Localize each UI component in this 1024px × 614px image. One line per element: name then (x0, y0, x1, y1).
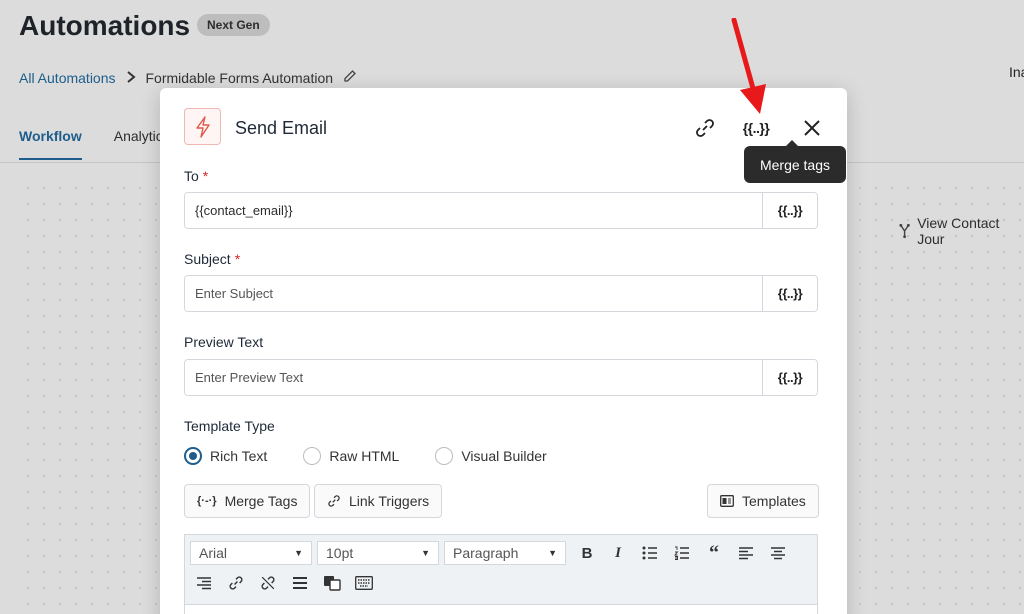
view-contact-journey-link[interactable]: View Contact Jour (898, 215, 1024, 247)
to-merge-tags-button[interactable]: {{..}} (762, 193, 817, 228)
keyboard-icon[interactable] (353, 572, 375, 594)
radio-label: Visual Builder (461, 448, 547, 464)
preview-field-row: {{..}} (184, 359, 818, 396)
subject-merge-tags-button[interactable]: {{..}} (762, 276, 817, 311)
subject-field-row: {{..}} (184, 275, 818, 312)
to-label: To * (184, 168, 208, 184)
editor-toolbar: Arial ▼ 10pt ▼ Paragraph ▼ B I “ (184, 534, 818, 604)
template-type-radios: Rich Text Raw HTML Visual Builder (184, 447, 547, 465)
pencil-icon[interactable] (343, 69, 357, 86)
breadcrumb-all-automations[interactable]: All Automations (19, 70, 116, 86)
block-format-value: Paragraph (453, 545, 519, 561)
preview-merge-tags-button[interactable]: {{..}} (762, 360, 817, 395)
radio-label: Rich Text (210, 448, 268, 464)
merge-tags-small-icon: {·-·} (197, 495, 217, 507)
blockquote-icon[interactable]: “ (703, 542, 725, 564)
radio-unchecked-icon (435, 447, 454, 465)
merge-tags-button[interactable]: {·-·} Merge Tags (184, 484, 311, 518)
preview-text-input[interactable] (185, 360, 762, 395)
red-arrow-annotation (731, 18, 766, 114)
breadcrumb-current: Formidable Forms Automation (145, 69, 334, 86)
italic-icon[interactable]: I (607, 542, 629, 564)
insert-link-icon[interactable] (225, 572, 247, 594)
merge-tags-icon[interactable]: {{..}} (742, 114, 770, 142)
font-size-select[interactable]: 10pt ▼ (317, 541, 439, 565)
bolt-icon (184, 108, 221, 145)
radio-rich-text[interactable]: Rich Text (184, 447, 267, 465)
header-right-text: Ina (1009, 64, 1024, 80)
link-triggers-button[interactable]: Link Triggers (314, 484, 443, 518)
templates-button[interactable]: Templates (707, 484, 819, 518)
view-contact-journey-label: View Contact Jour (917, 215, 1000, 247)
insert-image-icon[interactable] (321, 572, 343, 594)
modal-title: Send Email (235, 118, 328, 138)
template-icon (720, 495, 734, 507)
unlink-icon[interactable] (257, 572, 279, 594)
templates-button-label: Templates (742, 493, 806, 509)
numbered-list-icon[interactable] (671, 542, 693, 564)
subject-input[interactable] (185, 276, 762, 311)
required-marker: * (234, 251, 241, 267)
to-label-text: To (184, 168, 199, 184)
required-marker: * (202, 168, 209, 184)
page-title: Automations (19, 10, 191, 41)
radio-unchecked-icon (303, 447, 322, 465)
caret-down-icon: ▼ (421, 548, 430, 558)
radio-raw-html[interactable]: Raw HTML (303, 447, 399, 465)
to-input[interactable] (185, 193, 762, 228)
subject-label: Subject * (184, 251, 240, 267)
link-icon (328, 495, 340, 507)
email-body-editor[interactable] (184, 604, 818, 614)
bold-icon[interactable]: B (576, 542, 598, 564)
preview-text-label: Preview Text (184, 334, 264, 350)
align-right-icon[interactable] (193, 572, 215, 594)
branch-icon (899, 223, 910, 239)
breadcrumb: All Automations Formidable Forms Automat… (19, 69, 357, 86)
caret-down-icon: ▼ (548, 548, 557, 558)
align-left-icon[interactable] (735, 542, 757, 564)
tab-workflow[interactable]: Workflow (19, 128, 82, 160)
block-format-select[interactable]: Paragraph ▼ (444, 541, 566, 565)
caret-down-icon: ▼ (294, 548, 303, 558)
close-icon[interactable] (798, 114, 826, 142)
radio-label: Raw HTML (329, 448, 400, 464)
align-center-icon[interactable] (767, 542, 789, 564)
link-icon[interactable] (691, 114, 719, 142)
font-family-value: Arial (199, 545, 228, 561)
next-gen-badge: Next Gen (197, 14, 270, 36)
merge-tags-button-label: Merge Tags (224, 493, 298, 509)
bullet-list-icon[interactable] (639, 542, 661, 564)
link-triggers-button-label: Link Triggers (349, 493, 430, 509)
subject-label-text: Subject (184, 251, 231, 267)
font-size-value: 10pt (326, 545, 354, 561)
template-type-label: Template Type (184, 418, 275, 434)
chevron-right-icon (126, 70, 136, 86)
radio-visual-builder[interactable]: Visual Builder (435, 447, 547, 465)
merge-tags-tooltip: Merge tags (744, 140, 846, 183)
radio-checked-icon (184, 447, 202, 465)
horizontal-rule-icon[interactable] (289, 572, 311, 594)
tab-bar: Workflow Analytics (19, 128, 170, 160)
font-family-select[interactable]: Arial ▼ (190, 541, 312, 565)
to-field-row: {{..}} (184, 192, 818, 229)
